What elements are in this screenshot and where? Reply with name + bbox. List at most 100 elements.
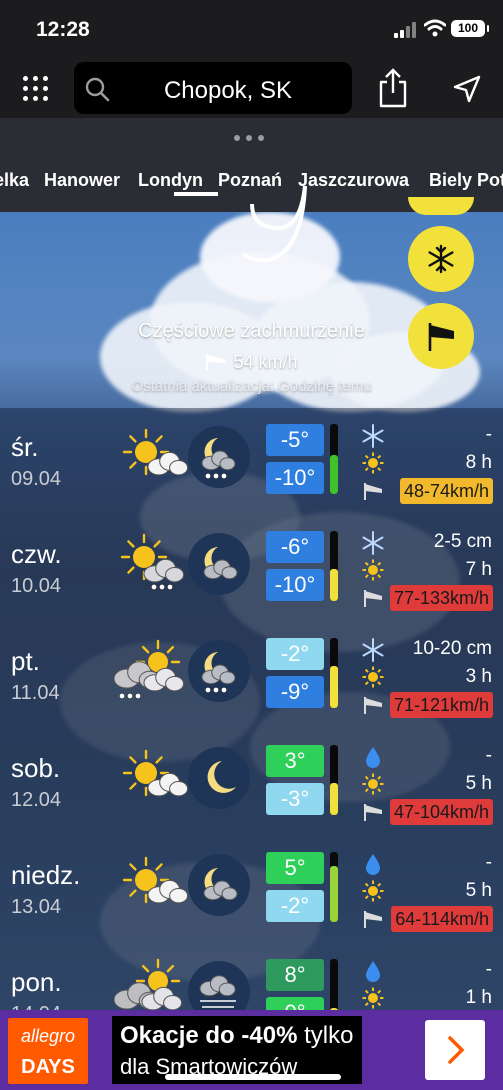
conditions-meter-fill: [330, 455, 338, 494]
sunshine-hours: 3 h: [465, 666, 492, 687]
rain-drop-icon: [366, 961, 380, 982]
sunshine-hours: 7 h: [465, 559, 492, 580]
tab-location-1[interactable]: elka: [0, 170, 29, 191]
snowflake-icon: [428, 244, 454, 274]
forecast-row[interactable]: sob. 12.04 3° -3° - 5 h 47-104km/h: [0, 729, 503, 836]
temperature-max: -6°: [266, 531, 324, 563]
forecast-row[interactable]: czw. 10.04 -6° -10° 2-5 cm 7 h 77-133km/h: [0, 515, 503, 622]
night-weather-icon: [188, 533, 250, 595]
day-name: niedz.: [11, 860, 81, 890]
wind-range-badge: 64-114km/h: [391, 906, 493, 932]
snowflake-icon: [362, 638, 384, 662]
day-weather-icon: [120, 533, 185, 590]
tab-location-2[interactable]: Hanower: [44, 170, 120, 191]
temperature-max: -2°: [266, 638, 324, 670]
fab-partial[interactable]: [408, 197, 474, 215]
wind-range-badge: 71-121km/h: [389, 692, 493, 718]
night-weather-icon: [188, 854, 250, 916]
night-weather-icon: [188, 426, 250, 488]
conditions-meter: [330, 638, 338, 708]
day-name: śr.: [11, 432, 39, 462]
search-icon: [85, 77, 110, 102]
temperature-max: 8°: [266, 959, 324, 991]
temperature-min: -9°: [266, 676, 324, 708]
share-icon[interactable]: [376, 68, 410, 108]
conditions-meter-fill: [330, 569, 338, 601]
conditions-meter: [330, 424, 338, 494]
windsock-icon: [364, 804, 382, 821]
forecast-row[interactable]: niedz. 13.04 5° -2° - 5 h 64-114km/h: [0, 836, 503, 943]
conditions-meter-fill: [330, 666, 338, 708]
home-indicator: [165, 1074, 341, 1080]
current-wind-value: 54 km/h: [233, 352, 298, 372]
wind-report-button[interactable]: [408, 303, 474, 369]
conditions-meter-fill: [330, 783, 338, 815]
cellular-signal-icon: [394, 22, 418, 38]
forecast-row[interactable]: śr. 09.04 -5° -10° - 8 h 48-74km/h: [0, 408, 503, 515]
precipitation-amount: 2-5 cm: [433, 531, 492, 552]
location-arrow-icon[interactable]: [452, 74, 482, 104]
status-bar: 12:28 100: [0, 0, 503, 58]
windsock-icon: [364, 911, 382, 928]
temperature-min: -10°: [266, 462, 324, 494]
conditions-meter: [330, 531, 338, 601]
day-weather-icon: [122, 856, 188, 904]
rain-drop-icon: [366, 854, 380, 875]
conditions-meter: [330, 959, 338, 1010]
precipitation-amount: -: [485, 745, 492, 766]
snow-report-button[interactable]: [408, 226, 474, 292]
temperature-max: 5°: [266, 852, 324, 884]
ad-headline-rest: tylko: [297, 1022, 354, 1049]
night-weather-icon: [188, 961, 250, 1010]
sunshine-hours: 8 h: [465, 452, 492, 473]
location-search-field[interactable]: Chopok, SK: [74, 62, 352, 114]
day-name: pon.: [11, 967, 62, 997]
day-date: 09.04: [11, 468, 62, 490]
day-weather-icon: [114, 958, 183, 1010]
conditions-meter: [330, 745, 338, 815]
temperature-min: -2°: [266, 890, 324, 922]
wind-range-badge: 48-74km/h: [399, 478, 493, 504]
forecast-row[interactable]: pt. 11.04 -2° -9° 10-20 cm 3 h 71-121km/h: [0, 622, 503, 729]
wind-range-badge: 47-104km/h: [389, 799, 493, 825]
temperature-min: -10°: [266, 569, 324, 601]
precipitation-amount: -: [485, 852, 492, 873]
location-name: Chopok, SK: [163, 77, 293, 104]
chevron-right-icon: [448, 1036, 465, 1064]
wind-range-badge: 77-133km/h: [389, 585, 493, 611]
day-date: 12.04: [11, 789, 62, 811]
top-bar: Chopok, SK: [0, 58, 503, 118]
tab-location-6[interactable]: Biely Pot: [429, 170, 503, 191]
sunshine-hours: 5 h: [465, 880, 492, 901]
current-temperature-digits: [174, 185, 307, 263]
sun-icon: [362, 559, 384, 581]
menu-grid-button[interactable]: [22, 75, 50, 103]
last-updated: Ostatnia aktualizacja: Godzinę temu: [131, 378, 372, 395]
windsock-icon: [206, 354, 226, 370]
ad-headline-bold: Okacje do -40%: [120, 1022, 298, 1049]
battery-icon: 100: [451, 20, 489, 37]
sun-icon: [362, 880, 384, 902]
day-date: 13.04: [11, 896, 62, 918]
daily-forecast-list: śr. 09.04 -5° -10° -8 h 48-74km/h czw. 10.04 -6°…: [0, 408, 503, 1010]
sun-icon: [362, 773, 384, 795]
sunshine-hours: 5 h: [465, 773, 492, 794]
ad-next-button[interactable]: [425, 1020, 485, 1080]
forecast-row[interactable]: pon. 14.04 8° 0° - 1 h: [0, 943, 503, 1010]
drag-handle[interactable]: [0, 118, 503, 144]
windsock-icon: [364, 697, 382, 714]
conditions-meter: [330, 852, 338, 922]
temperature-min: -3°: [266, 783, 324, 815]
status-time: 12:28: [36, 18, 90, 41]
windsock-icon: [364, 590, 382, 607]
day-name: pt.: [11, 646, 40, 676]
day-date: 10.04: [11, 575, 62, 597]
day-name: sob.: [11, 753, 61, 783]
wifi-icon: [424, 19, 446, 37]
temperature-max: -5°: [266, 424, 324, 456]
rain-drop-icon: [366, 747, 380, 768]
night-weather-icon: [188, 640, 250, 702]
precipitation-amount: -: [485, 959, 492, 980]
snowflake-icon: [362, 424, 384, 448]
sun-icon: [362, 987, 384, 1009]
